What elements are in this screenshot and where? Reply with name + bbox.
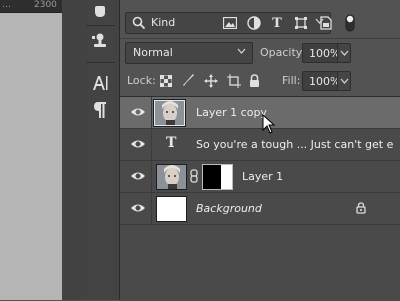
row-separator (151, 97, 152, 129)
chevron-down-icon (340, 78, 348, 84)
lock-artboard-icon[interactable] (226, 73, 241, 88)
panel-divider (120, 38, 400, 39)
fill-input[interactable]: 100% (302, 71, 340, 91)
ruler-tick-label-2300: 2300 (34, 0, 57, 10)
tool-separator (86, 25, 115, 26)
paragraph-panel-icon[interactable] (87, 99, 113, 121)
chevron-down-icon (340, 50, 348, 56)
filter-toggle-icon[interactable] (342, 14, 358, 32)
mouse-pointer-icon (262, 114, 276, 134)
horizontal-ruler: … 2300 (0, 0, 62, 13)
ruler-tick-label-1: … (2, 0, 11, 10)
lock-image-pixels-icon[interactable] (181, 73, 196, 88)
lock-all-icon[interactable] (247, 73, 262, 88)
tool-separator (86, 62, 115, 63)
image-filter-icon[interactable] (222, 15, 238, 31)
opacity-label: Opacity: (260, 46, 306, 59)
layer-row-layer-1-copy[interactable]: Layer 1 copy (120, 97, 400, 129)
layer-thumbnail (156, 196, 187, 222)
document-canvas[interactable] (0, 13, 62, 300)
lock-transparent-pixels-icon[interactable] (158, 73, 173, 88)
opacity-dropdown-button[interactable] (337, 43, 351, 63)
panel-dock-strip (82, 0, 120, 300)
layer-name[interactable]: So you're a tough ... Just can't get e (196, 138, 393, 151)
visibility-eye-icon[interactable] (130, 138, 146, 150)
lock-position-icon[interactable] (203, 73, 218, 88)
layer-name[interactable]: Background (196, 202, 262, 215)
layer-name[interactable]: Layer 1 copy (196, 106, 267, 119)
filter-kind-label: Kind (151, 16, 176, 29)
search-icon (132, 16, 146, 30)
opacity-input[interactable]: 100% (302, 43, 340, 63)
type-filter-icon[interactable]: T (269, 15, 285, 31)
character-panel-icon[interactable] (87, 72, 113, 94)
chevron-down-icon (237, 48, 246, 54)
layer-row-layer-1[interactable]: Layer 1 (120, 161, 400, 193)
row-separator (151, 161, 152, 193)
row-separator (151, 193, 152, 225)
lock-label: Lock: (127, 74, 156, 87)
layer-thumbnail (153, 99, 186, 127)
visibility-eye-icon[interactable] (130, 202, 146, 214)
smart-object-filter-icon[interactable] (318, 15, 334, 31)
hand-tool-icon[interactable] (87, 0, 113, 22)
layers-panel: Kind T Normal Opacity: 100% Lock: Fill: … (120, 0, 400, 301)
layer-name[interactable]: Layer 1 (242, 170, 283, 183)
text-layer-icon: T (166, 135, 177, 151)
layer-thumbnail (156, 164, 187, 190)
adjustment-filter-icon[interactable] (246, 15, 262, 31)
layers-list: Layer 1 copy T So you're a tough ... Jus… (120, 96, 400, 301)
blend-mode-value: Normal (133, 46, 173, 59)
blend-mode-select[interactable]: Normal (125, 42, 253, 64)
layer-mask-thumbnail[interactable] (202, 164, 233, 190)
pasteboard-gutter (62, 0, 83, 300)
mask-link-chain-icon[interactable] (190, 169, 198, 183)
fill-label: Fill: (282, 74, 301, 87)
layer-row-background[interactable]: Background (120, 193, 400, 225)
visibility-eye-icon[interactable] (130, 170, 146, 182)
layer-row-text[interactable]: T So you're a tough ... Just can't get e (120, 129, 400, 161)
layer-locked-icon[interactable] (356, 202, 366, 214)
row-separator (151, 129, 152, 161)
puppet-stamp-icon[interactable] (87, 30, 113, 52)
visibility-eye-icon[interactable] (130, 106, 146, 118)
fill-dropdown-button[interactable] (337, 71, 351, 91)
shape-filter-icon[interactable] (293, 15, 309, 31)
